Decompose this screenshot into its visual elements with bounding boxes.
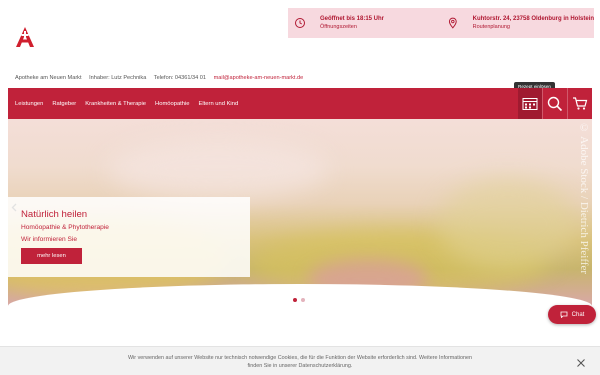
clock-icon	[295, 18, 305, 28]
slide-card: Natürlich heilen Homöopathie & Phytother…	[8, 197, 250, 277]
cookie-text-line-2[interactable]: finden Sie in unserer Datenschutzerkläru…	[100, 362, 500, 370]
cookie-text-line-1: Wir verwenden auf unserer Website nur te…	[128, 355, 472, 361]
nav-item-krankheiten[interactable]: Krankheiten & Therapie	[85, 101, 146, 107]
apotheke-logo-icon[interactable]	[14, 26, 36, 48]
nav-item-eltern-kind[interactable]: Eltern und Kind	[199, 101, 239, 107]
hero-image	[438, 179, 578, 269]
opening-hours[interactable]: Geöffnet bis 18:15 Uhr Öffnungszeiten	[288, 8, 441, 38]
cookie-close-button[interactable]	[576, 355, 586, 367]
hero-image	[108, 139, 328, 199]
slide-subtitle-2: Wir informieren Sie	[21, 236, 78, 243]
image-credit: © Adobe Stock / Dietrich Pfeiffer	[578, 122, 590, 275]
nav-item-homoeopathie[interactable]: Homöopathie	[155, 101, 189, 107]
address-title: Kuhtorstr. 24, 23758 Oldenburg in Holste…	[472, 16, 594, 22]
location-pin-icon	[448, 17, 457, 29]
cookie-text: Wir verwenden auf unserer Website nur te…	[100, 354, 500, 370]
slide-title: Natürlich heilen	[21, 209, 88, 220]
route-planning-link[interactable]: Routenplanung	[473, 23, 594, 31]
slider-dot-1[interactable]	[293, 298, 297, 302]
page: Geöffnet bis 18:15 Uhr Öffnungszeiten Ku…	[0, 0, 600, 375]
opening-hours-title: Geöffnet bis 18:15 Uhr	[320, 16, 385, 22]
email-link[interactable]: mail@apotheke-am-neuen-markt.de	[214, 75, 304, 81]
cookie-banner: Wir verwenden auf unserer Website nur te…	[0, 346, 600, 375]
chat-button[interactable]: Chat	[548, 305, 596, 324]
address[interactable]: Kuhtorstr. 24, 23758 Oldenburg in Holste…	[441, 8, 594, 38]
slider-dots	[293, 298, 309, 302]
read-more-button[interactable]: mehr lesen	[21, 248, 82, 264]
slide-subtitle: Homöopathie & Phytotherapie	[21, 224, 109, 231]
search-icon	[547, 96, 563, 111]
slider-dot-2[interactable]	[301, 298, 305, 302]
info-box: Geöffnet bis 18:15 Uhr Öffnungszeiten Ku…	[288, 8, 594, 38]
opening-hours-link[interactable]: Öffnungszeiten	[320, 23, 384, 31]
nav-item-leistungen[interactable]: Leistungen	[15, 101, 43, 107]
pharmacy-name: Apotheke am Neuen Markt	[15, 75, 82, 81]
cart-icon	[573, 97, 588, 110]
prescription-button[interactable]	[518, 88, 542, 119]
nav-item-ratgeber[interactable]: Ratgeber	[52, 101, 76, 107]
prescription-icon	[522, 97, 538, 110]
main-navigation: Leistungen Ratgeber Krankheiten & Therap…	[8, 88, 592, 119]
close-icon	[577, 359, 585, 367]
contact-line: Apotheke am Neuen Markt Inhaber: Lutz Pe…	[15, 75, 309, 81]
cart-button[interactable]	[568, 88, 592, 119]
chat-label: Chat	[571, 311, 585, 318]
owner-name: Inhaber: Lutz Pechnika	[89, 75, 147, 81]
search-button[interactable]	[543, 88, 567, 119]
phone-number[interactable]: Telefon: 04361/34 01	[154, 75, 206, 81]
chat-bubble-icon	[560, 311, 568, 318]
